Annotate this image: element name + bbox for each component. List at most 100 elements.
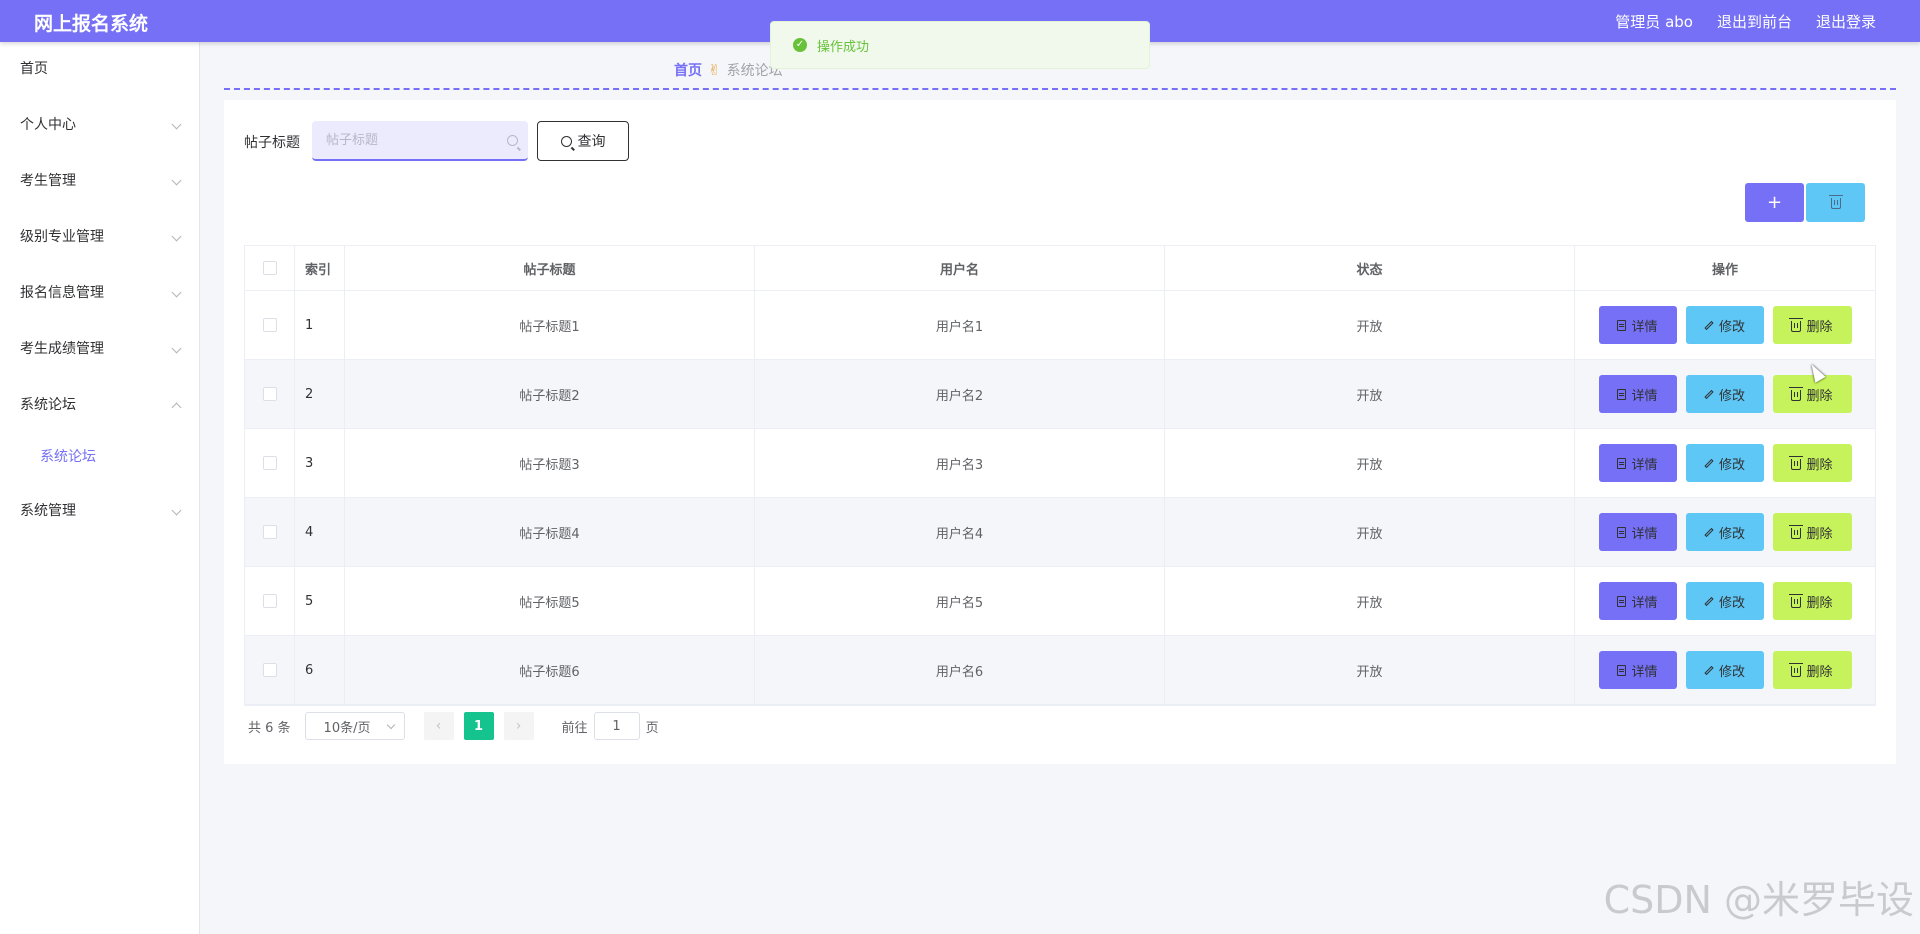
- delete-button-label: 删除: [1806, 526, 1833, 542]
- pagination: 共 6 条 10条/页 ‹ 1 › 前往 页: [248, 712, 659, 740]
- search-label: 帖子标题: [244, 135, 300, 151]
- delete-button[interactable]: 删除: [1772, 306, 1852, 344]
- detail-button[interactable]: 详情: [1598, 651, 1677, 689]
- edit-button-label: 修改: [1718, 526, 1745, 542]
- row-index: 5: [295, 567, 345, 635]
- row-status: 开放: [1165, 360, 1575, 428]
- query-button[interactable]: 查询: [537, 121, 629, 161]
- page-number-button[interactable]: 1: [463, 712, 494, 740]
- chevron-down-icon: [171, 343, 182, 354]
- sidebar-item-level-major-management[interactable]: 级别专业管理: [0, 217, 200, 257]
- delete-button-label: 删除: [1806, 319, 1833, 335]
- page-size-value: 10条/页: [323, 720, 371, 736]
- trash-icon: [1828, 195, 1843, 209]
- page-size-select[interactable]: 10条/页: [304, 712, 405, 740]
- search-input[interactable]: [312, 121, 528, 159]
- app-title: 网上报名系统: [34, 13, 149, 35]
- plus-icon: +: [1766, 192, 1783, 213]
- sidebar-item-system-management[interactable]: 系统管理: [0, 491, 200, 531]
- search-icon: [507, 135, 518, 146]
- table-row: 3 帖子标题3 用户名3 开放 详情 修改 删除: [245, 429, 1875, 498]
- row-actions: 详情 修改 删除: [1575, 429, 1875, 497]
- sidebar-subitem-forum[interactable]: 系统论坛: [0, 437, 200, 477]
- exit-to-front-link[interactable]: 退出到前台: [1717, 11, 1792, 32]
- search-icon: [560, 135, 572, 147]
- row-status: 开放: [1165, 567, 1575, 635]
- batch-delete-button[interactable]: [1806, 183, 1865, 222]
- header-checkbox-cell: [245, 246, 295, 290]
- header-actions: 管理员 abo 退出到前台 退出登录: [1615, 11, 1876, 32]
- page-suffix: 页: [645, 720, 659, 736]
- delete-button[interactable]: 删除: [1772, 513, 1852, 551]
- detail-button[interactable]: 详情: [1598, 582, 1677, 620]
- delete-button[interactable]: 删除: [1772, 444, 1852, 482]
- delete-button-label: 删除: [1806, 664, 1833, 680]
- edit-button[interactable]: 修改: [1685, 306, 1764, 344]
- row-title: 帖子标题6: [345, 636, 755, 704]
- trash-icon: [1789, 386, 1804, 401]
- sidebar-item-home[interactable]: 首页: [0, 49, 200, 89]
- sidebar-item-label: 报名信息管理: [20, 285, 104, 301]
- prev-page-button[interactable]: ‹: [423, 712, 454, 740]
- row-actions: 详情 修改 删除: [1575, 567, 1875, 635]
- sidebar-item-label: 系统管理: [20, 503, 76, 519]
- delete-button[interactable]: 删除: [1772, 651, 1852, 689]
- sidebar-item-examinee-management[interactable]: 考生管理: [0, 161, 200, 201]
- detail-button[interactable]: 详情: [1598, 444, 1677, 482]
- row-checkbox-cell: [245, 567, 295, 635]
- row-checkbox[interactable]: [262, 456, 277, 470]
- edit-button-label: 修改: [1718, 319, 1745, 335]
- document-icon: [1617, 388, 1627, 400]
- row-checkbox[interactable]: [262, 525, 277, 539]
- row-checkbox[interactable]: [262, 663, 277, 677]
- sidebar: 首页 个人中心 考生管理 级别专业管理 报名信息管理 考生成绩管理 系统论坛 系…: [0, 42, 200, 934]
- hand-icon: ✌: [708, 61, 721, 79]
- add-button[interactable]: +: [1745, 183, 1804, 222]
- edit-icon: [1704, 596, 1714, 606]
- sidebar-item-label: 首页: [20, 61, 48, 77]
- row-actions: 详情 修改 删除: [1575, 636, 1875, 704]
- breadcrumb-home[interactable]: 首页: [674, 60, 702, 80]
- edit-button[interactable]: 修改: [1685, 582, 1764, 620]
- row-checkbox[interactable]: [262, 594, 277, 608]
- row-actions: 详情 修改 删除: [1575, 291, 1875, 359]
- detail-button-label: 详情: [1631, 664, 1658, 680]
- row-checkbox-cell: [245, 429, 295, 497]
- trash-icon: [1789, 455, 1804, 470]
- sidebar-item-personal-center[interactable]: 个人中心: [0, 105, 200, 145]
- forum-table: 索引 帖子标题 用户名 状态 操作 1 帖子标题1 用户名1 开放 详情 修改 …: [244, 245, 1876, 706]
- detail-button[interactable]: 详情: [1598, 513, 1677, 551]
- goto-page-input[interactable]: [593, 712, 640, 740]
- row-status: 开放: [1165, 498, 1575, 566]
- edit-button[interactable]: 修改: [1685, 513, 1764, 551]
- table-header-row: 索引 帖子标题 用户名 状态 操作: [245, 246, 1875, 291]
- delete-button[interactable]: 删除: [1772, 582, 1852, 620]
- detail-button-label: 详情: [1631, 526, 1658, 542]
- table-row: 4 帖子标题4 用户名4 开放 详情 修改 删除: [245, 498, 1875, 567]
- row-actions: 详情 修改 删除: [1575, 498, 1875, 566]
- row-index: 4: [295, 498, 345, 566]
- edit-button[interactable]: 修改: [1685, 375, 1764, 413]
- sidebar-item-score-management[interactable]: 考生成绩管理: [0, 329, 200, 369]
- edit-button[interactable]: 修改: [1685, 444, 1764, 482]
- chevron-left-icon: ‹: [435, 718, 442, 734]
- edit-button[interactable]: 修改: [1685, 651, 1764, 689]
- trash-icon: [1789, 524, 1804, 539]
- row-checkbox[interactable]: [262, 318, 277, 332]
- detail-button[interactable]: 详情: [1598, 375, 1677, 413]
- row-title: 帖子标题4: [345, 498, 755, 566]
- logout-link[interactable]: 退出登录: [1816, 11, 1876, 32]
- admin-user-label[interactable]: 管理员 abo: [1615, 11, 1693, 32]
- edit-button-label: 修改: [1718, 595, 1745, 611]
- delete-button[interactable]: 删除: [1772, 375, 1852, 413]
- detail-button[interactable]: 详情: [1598, 306, 1677, 344]
- sidebar-item-forum[interactable]: 系统论坛: [0, 385, 200, 425]
- breadcrumb: 首页 ✌ 系统论坛: [674, 60, 783, 80]
- sidebar-item-registration-management[interactable]: 报名信息管理: [0, 273, 200, 313]
- delete-button-label: 删除: [1806, 457, 1833, 473]
- row-user: 用户名2: [755, 360, 1165, 428]
- row-user: 用户名5: [755, 567, 1165, 635]
- row-checkbox[interactable]: [262, 387, 277, 401]
- next-page-button[interactable]: ›: [503, 712, 534, 740]
- select-all-checkbox[interactable]: [262, 261, 277, 275]
